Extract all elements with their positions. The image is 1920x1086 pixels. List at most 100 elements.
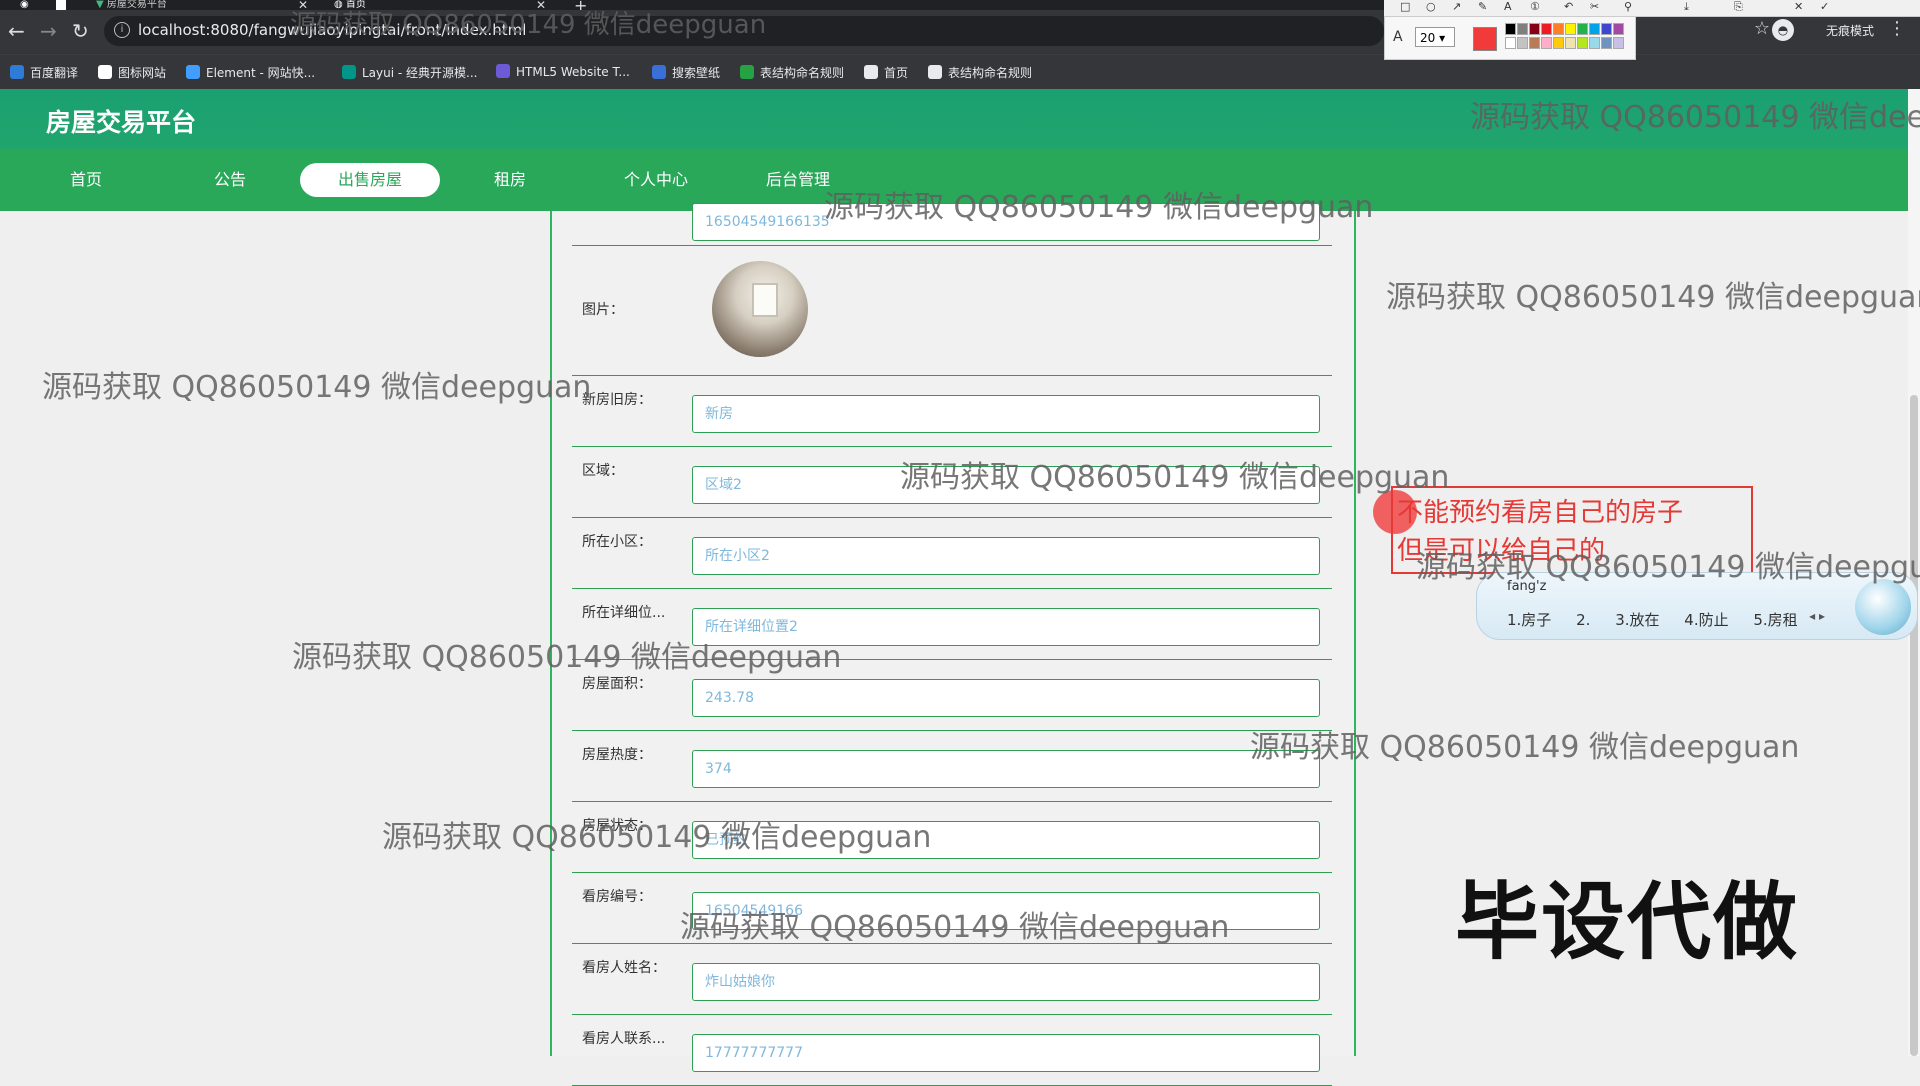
field-input[interactable]: 374 <box>692 750 1320 788</box>
tab-site-title: 房屋交易平台 <box>106 0 167 10</box>
color-swatch[interactable] <box>1553 23 1564 35</box>
color-swatch[interactable] <box>1565 23 1576 35</box>
bookmark-item[interactable]: Layui - 经典开源模... <box>342 64 477 81</box>
house-photo <box>712 261 808 357</box>
field-input[interactable]: 已预约 <box>692 821 1320 859</box>
ime-candidate[interactable]: 5.房租 <box>1753 611 1797 629</box>
bookmark-label: 表结构命名规则 <box>948 66 1033 80</box>
form-row: 房屋热度： 374 <box>572 730 1332 802</box>
color-swatch[interactable] <box>1517 23 1528 35</box>
color-swatch[interactable] <box>1505 23 1516 35</box>
pin-icon[interactable]: ⚲ <box>1624 0 1632 13</box>
color-swatch[interactable] <box>1589 37 1600 49</box>
field-label: 所在详细位... <box>582 605 666 621</box>
color-swatch[interactable] <box>1505 37 1516 49</box>
cut-icon[interactable]: ✂ <box>1590 0 1599 13</box>
save-icon[interactable]: ⤓ <box>1684 0 1689 14</box>
color-swatch[interactable] <box>1601 37 1612 49</box>
rectangle-icon[interactable]: □ <box>1400 0 1410 13</box>
close-icon[interactable]: ✕ <box>1794 0 1803 13</box>
font-size-select[interactable]: 20 ▾ <box>1415 27 1455 47</box>
undo-icon[interactable]: ↶ <box>1564 0 1573 13</box>
globe-icon: ◍ <box>334 0 346 10</box>
number-icon[interactable]: ① <box>1530 0 1540 13</box>
bookmark-label: Layui - 经典开源模... <box>362 66 478 80</box>
bookmark-item[interactable]: 图标网站 <box>98 64 166 81</box>
field-input[interactable]: 17777777777 <box>692 1034 1320 1072</box>
forward-arrow-icon[interactable]: → <box>40 20 57 42</box>
nav-sell-house[interactable]: 出售房屋 <box>300 163 440 197</box>
color-swatch[interactable] <box>1553 37 1564 49</box>
tab-home[interactable]: ◍ 首页 <box>334 0 534 10</box>
tab-site[interactable]: ▼ 房屋交易平台 <box>96 0 296 10</box>
field-input[interactable]: 炸山姑娘你 <box>692 963 1320 1001</box>
top-field-input[interactable]: 16504549166135 <box>692 203 1320 241</box>
watermark: 源码获取 QQ86050149 微信deepguan <box>1386 280 1920 315</box>
scrollbar-thumb[interactable] <box>1910 395 1918 1056</box>
reload-icon[interactable]: ↻ <box>72 20 89 42</box>
nav-rent[interactable]: 租房 <box>440 163 580 197</box>
ime-candidate[interactable]: 4.防止 <box>1684 611 1728 629</box>
ime-candidate[interactable]: 2. <box>1576 611 1590 629</box>
next-page-icon[interactable]: ◂ ▸ <box>1809 609 1825 623</box>
confirm-icon[interactable]: ✓ <box>1820 0 1829 13</box>
text-icon[interactable]: A <box>1504 0 1512 13</box>
form-row: 新房旧房： 新房 <box>572 375 1332 447</box>
color-palette <box>1505 23 1629 53</box>
color-swatch[interactable] <box>1601 23 1612 35</box>
color-swatch[interactable] <box>1589 23 1600 35</box>
nav-admin[interactable]: 后台管理 <box>728 163 868 197</box>
field-input[interactable]: 243.78 <box>692 679 1320 717</box>
current-color-swatch[interactable] <box>1473 27 1497 51</box>
field-input[interactable]: 新房 <box>692 395 1320 433</box>
nav-personal-center[interactable]: 个人中心 <box>586 163 726 197</box>
bookmark-item[interactable]: 搜索壁纸 <box>652 64 720 81</box>
pen-icon[interactable]: ✎ <box>1478 0 1487 13</box>
color-swatch[interactable] <box>1613 23 1624 35</box>
bookmark-item[interactable]: HTML5 Website T... <box>496 64 630 79</box>
sheet-icon <box>740 65 754 79</box>
copy-icon[interactable]: ⎘ <box>1734 0 1743 14</box>
bookmark-item[interactable]: 首页 <box>864 64 908 81</box>
arrow-icon[interactable]: ↗ <box>1452 0 1461 13</box>
bookmark-item[interactable]: 表结构命名规则 <box>928 64 1032 81</box>
form-row: 16504549166135 <box>572 203 1332 246</box>
main-nav: 首页 公告 出售房屋 租房 个人中心 后台管理 <box>0 149 1908 211</box>
url-input[interactable]: i localhost:8080/fangwujiaoyipingtai/fro… <box>104 16 1384 46</box>
back-arrow-icon[interactable]: ← <box>8 20 25 42</box>
element-icon <box>186 65 200 79</box>
ime-candidate[interactable]: 3.放在 <box>1615 611 1659 629</box>
font-size-value: 20 <box>1420 31 1436 45</box>
watermark-tag: 毕设代做 <box>1455 873 1800 971</box>
star-icon[interactable]: ☆ <box>1754 18 1770 39</box>
field-input[interactable]: 16504549166 <box>692 892 1320 930</box>
bookmark-item[interactable]: 表结构命名规则 <box>740 64 844 81</box>
globe-icon <box>864 65 878 79</box>
ime-candidate[interactable]: 1.房子 <box>1507 611 1551 629</box>
nav-announcements[interactable]: 公告 <box>160 163 300 197</box>
color-swatch[interactable] <box>1541 23 1552 35</box>
color-swatch[interactable] <box>1565 37 1576 49</box>
nav-home[interactable]: 首页 <box>16 163 156 197</box>
color-swatch[interactable] <box>1577 23 1588 35</box>
ellipse-icon[interactable]: ○ <box>1426 0 1436 13</box>
bookmark-item[interactable]: Element - 网站快... <box>186 64 315 81</box>
field-input[interactable]: 所在详细位置2 <box>692 608 1320 646</box>
color-swatch[interactable] <box>1613 37 1624 49</box>
field-label: 看房编号： <box>582 889 652 905</box>
info-icon[interactable]: i <box>114 22 130 38</box>
form-row: 看房编号： 16504549166 <box>572 872 1332 944</box>
field-input[interactable]: 所在小区2 <box>692 537 1320 575</box>
color-swatch[interactable] <box>1577 37 1588 49</box>
form-row: 区域： 区域2 <box>572 446 1332 518</box>
flag-icon <box>98 65 112 79</box>
color-swatch[interactable] <box>1541 37 1552 49</box>
menu-icon[interactable]: ⋮ <box>1888 18 1906 39</box>
field-input[interactable]: 区域2 <box>692 466 1320 504</box>
bookmark-item[interactable]: 百度翻译 <box>10 64 78 81</box>
color-swatch[interactable] <box>1529 37 1540 49</box>
annotation-text-box[interactable]: 不能预约看房自己的房子 但是可以给自己的 <box>1391 486 1753 574</box>
bookmark-label: 百度翻译 <box>30 66 79 80</box>
color-swatch[interactable] <box>1517 37 1528 49</box>
color-swatch[interactable] <box>1529 23 1540 35</box>
